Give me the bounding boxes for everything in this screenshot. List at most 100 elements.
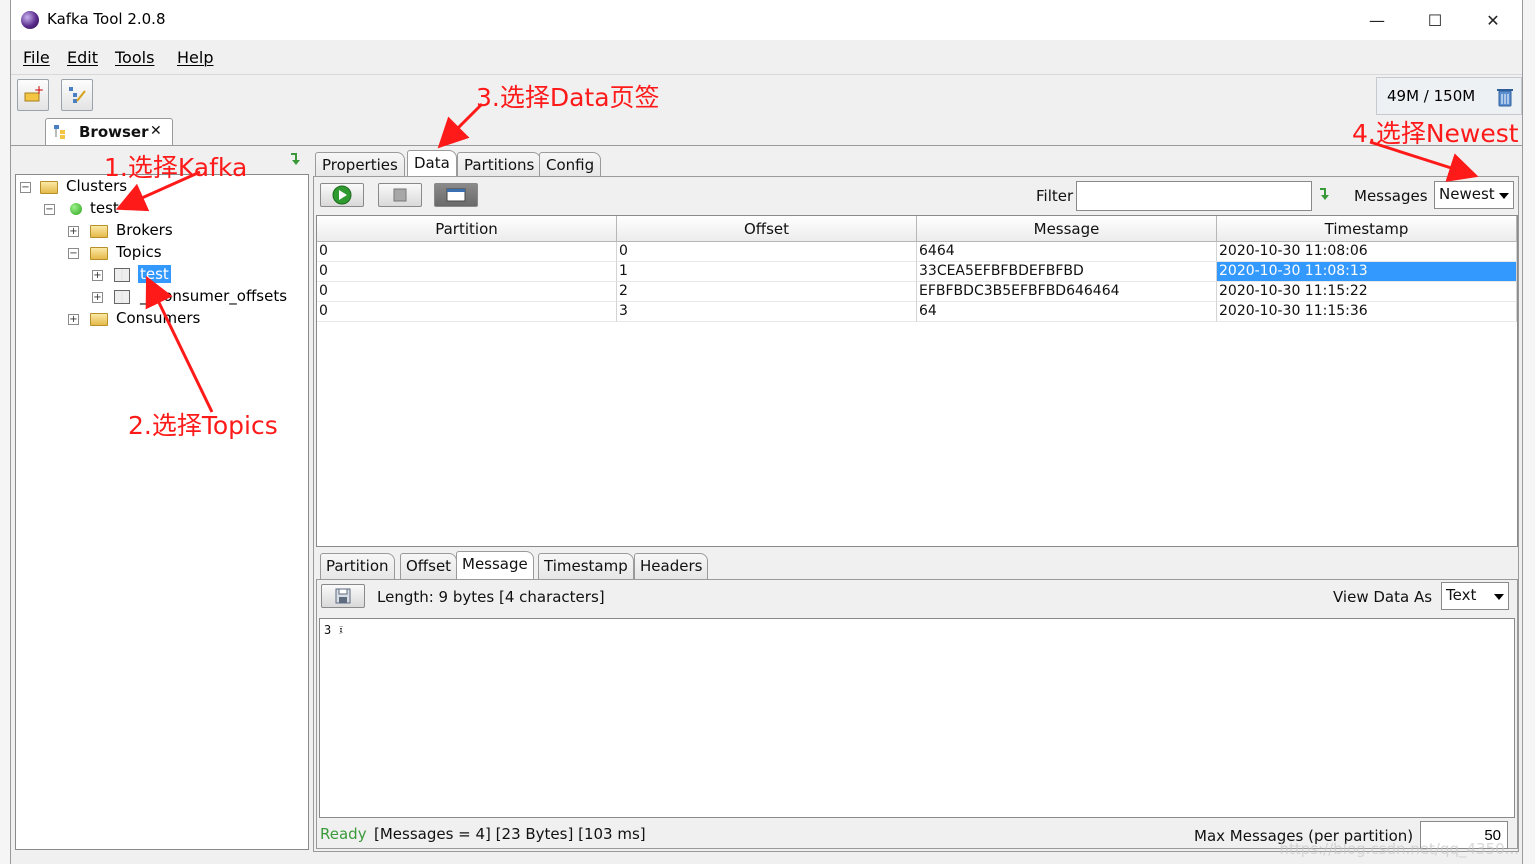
detail-tab-partition[interactable]: Partition — [320, 553, 395, 579]
expand-icon[interactable]: + — [92, 270, 103, 281]
add-cluster-button[interactable]: + — [17, 79, 49, 111]
tree-node-consumers[interactable]: + Consumers — [68, 309, 268, 331]
tree-label-topics: Topics — [116, 243, 162, 261]
save-icon — [335, 588, 351, 604]
menu-edit[interactable]: Edit — [67, 48, 98, 67]
dropdown-arrow-icon — [1499, 193, 1509, 199]
save-message-button[interactable] — [321, 584, 365, 608]
message-content-view[interactable]: 3 ፤ — [319, 618, 1515, 818]
cell-offset: 2 — [617, 282, 917, 302]
messages-select-value: Newest — [1439, 185, 1495, 203]
expand-icon[interactable]: + — [68, 314, 79, 325]
folder-open-icon — [90, 247, 108, 260]
tab-config[interactable]: Config — [539, 152, 602, 178]
message-length: Length: 9 bytes [4 characters] — [377, 588, 605, 606]
view-data-as-label: View Data As — [1333, 588, 1433, 606]
view-tab-strip: Browser ✕ — [11, 116, 1522, 146]
column-header-timestamp[interactable]: Timestamp — [1217, 216, 1517, 242]
main-toolbar: + 49M / 150M — [11, 74, 1522, 116]
maximize-button[interactable]: ☐ — [1406, 0, 1464, 40]
close-icon: ✕ — [1486, 10, 1500, 30]
minimize-button[interactable]: — — [1348, 0, 1406, 40]
title-bar: Kafka Tool 2.0.8 — ☐ ✕ — [11, 0, 1522, 40]
background-left-edge — [0, 0, 10, 864]
stop-icon — [393, 188, 407, 202]
collapse-icon[interactable]: − — [44, 204, 55, 215]
cell-offset: 3 — [617, 302, 917, 322]
svg-text:+: + — [34, 85, 43, 97]
detail-tab-timestamp[interactable]: Timestamp — [538, 553, 634, 579]
cell-timestamp: 2020-10-30 11:15:22 — [1217, 282, 1517, 302]
detail-tab-message[interactable]: Message — [456, 551, 534, 579]
browser-tree-icon — [54, 125, 65, 139]
add-cluster-icon: + — [24, 85, 43, 102]
annotation-step-1: 1.选择Kafka — [104, 153, 248, 182]
cell-partition: 0 — [317, 302, 617, 322]
play-icon — [332, 185, 352, 205]
collapse-icon[interactable]: − — [68, 248, 79, 259]
menu-help[interactable]: Help — [177, 48, 213, 67]
close-window-button[interactable]: ✕ — [1464, 0, 1522, 40]
annotation-step-2: 2.选择Topics — [128, 411, 278, 440]
cluster-tree: − Clusters − test + Brokers − Topics + t… — [15, 174, 309, 850]
column-header-partition[interactable]: Partition — [317, 216, 617, 242]
cell-offset: 1 — [617, 262, 917, 282]
menu-tools[interactable]: Tools — [115, 48, 154, 67]
close-tab-icon[interactable]: ✕ — [150, 123, 162, 139]
annotation-step-4: 4.选择Newest — [1352, 119, 1519, 148]
collapse-icon[interactable]: − — [20, 182, 31, 193]
tree-label-topic-test: test — [138, 265, 171, 283]
column-header-offset[interactable]: Offset — [617, 216, 917, 242]
tab-partitions[interactable]: Partitions — [457, 152, 542, 178]
trash-gc-icon[interactable] — [1497, 87, 1513, 107]
cell-message: EFBFBDC3B5EFBFBD646464 — [917, 282, 1217, 302]
filter-input[interactable] — [1076, 181, 1312, 211]
expand-icon[interactable]: + — [92, 292, 103, 303]
topic-panel: Properties Data Partitions Config Filter… — [311, 148, 1521, 852]
cell-partition: 0 — [317, 282, 617, 302]
tree-label-topic-offsets: __consumer_offsets — [140, 287, 288, 305]
column-header-message[interactable]: Message — [917, 216, 1217, 242]
cell-partition: 0 — [317, 262, 617, 282]
stop-button[interactable] — [378, 183, 422, 207]
cell-timestamp: 2020-10-30 11:15:36 — [1217, 302, 1517, 322]
cell-timestamp: 2020-10-30 11:08:06 — [1217, 242, 1517, 262]
tree-label-brokers: Brokers — [116, 221, 173, 239]
menu-bar: File Edit Tools Help — [11, 42, 1522, 72]
cell-message: 33CEA5EFBFBDEFBFBD — [917, 262, 1217, 282]
browser-tab[interactable]: Browser ✕ — [45, 118, 173, 146]
browser-panel: − Clusters − test + Brokers − Topics + t… — [13, 148, 309, 852]
folder-icon — [90, 225, 108, 238]
menu-file[interactable]: File — [23, 48, 50, 67]
detail-tab-headers[interactable]: Headers — [634, 553, 709, 579]
tree-node-topic-offsets[interactable]: + __consumer_offsets — [92, 287, 302, 309]
refresh-tree-icon[interactable] — [289, 152, 303, 166]
tree-label-consumers: Consumers — [116, 309, 201, 327]
background-right-edge — [1523, 0, 1535, 864]
detail-tab-offset[interactable]: Offset — [400, 553, 458, 579]
edit-tree-button[interactable] — [61, 79, 93, 111]
tab-divider — [11, 145, 1522, 146]
apply-filter-icon[interactable] — [1318, 187, 1332, 201]
tree-node-topic-test[interactable]: + test — [92, 265, 292, 287]
messages-label: Messages — [1354, 187, 1428, 205]
messages-select[interactable]: Newest — [1434, 181, 1514, 209]
window-title: Kafka Tool 2.0.8 — [47, 10, 166, 28]
tab-properties[interactable]: Properties — [315, 152, 405, 178]
filter-label: Filter — [1036, 187, 1074, 205]
message-detail: Partition Offset Message Timestamp Heade… — [316, 551, 1518, 849]
tree-label-cluster: test — [90, 199, 119, 217]
view-data-as-select[interactable]: Text — [1441, 582, 1509, 610]
view-data-as-value: Text — [1446, 586, 1477, 604]
tree-node-topics[interactable]: − Topics — [68, 243, 268, 265]
tree-node-cluster-test[interactable]: − test — [44, 199, 244, 221]
cell-offset: 0 — [617, 242, 917, 262]
tab-data[interactable]: Data — [407, 150, 457, 178]
topic-book-icon — [114, 268, 130, 282]
toggle-view-button[interactable] — [434, 183, 478, 207]
tree-node-brokers[interactable]: + Brokers — [68, 221, 268, 243]
run-button[interactable] — [320, 183, 364, 207]
cell-message: 6464 — [917, 242, 1217, 262]
expand-icon[interactable]: + — [68, 226, 79, 237]
cell-partition: 0 — [317, 242, 617, 262]
